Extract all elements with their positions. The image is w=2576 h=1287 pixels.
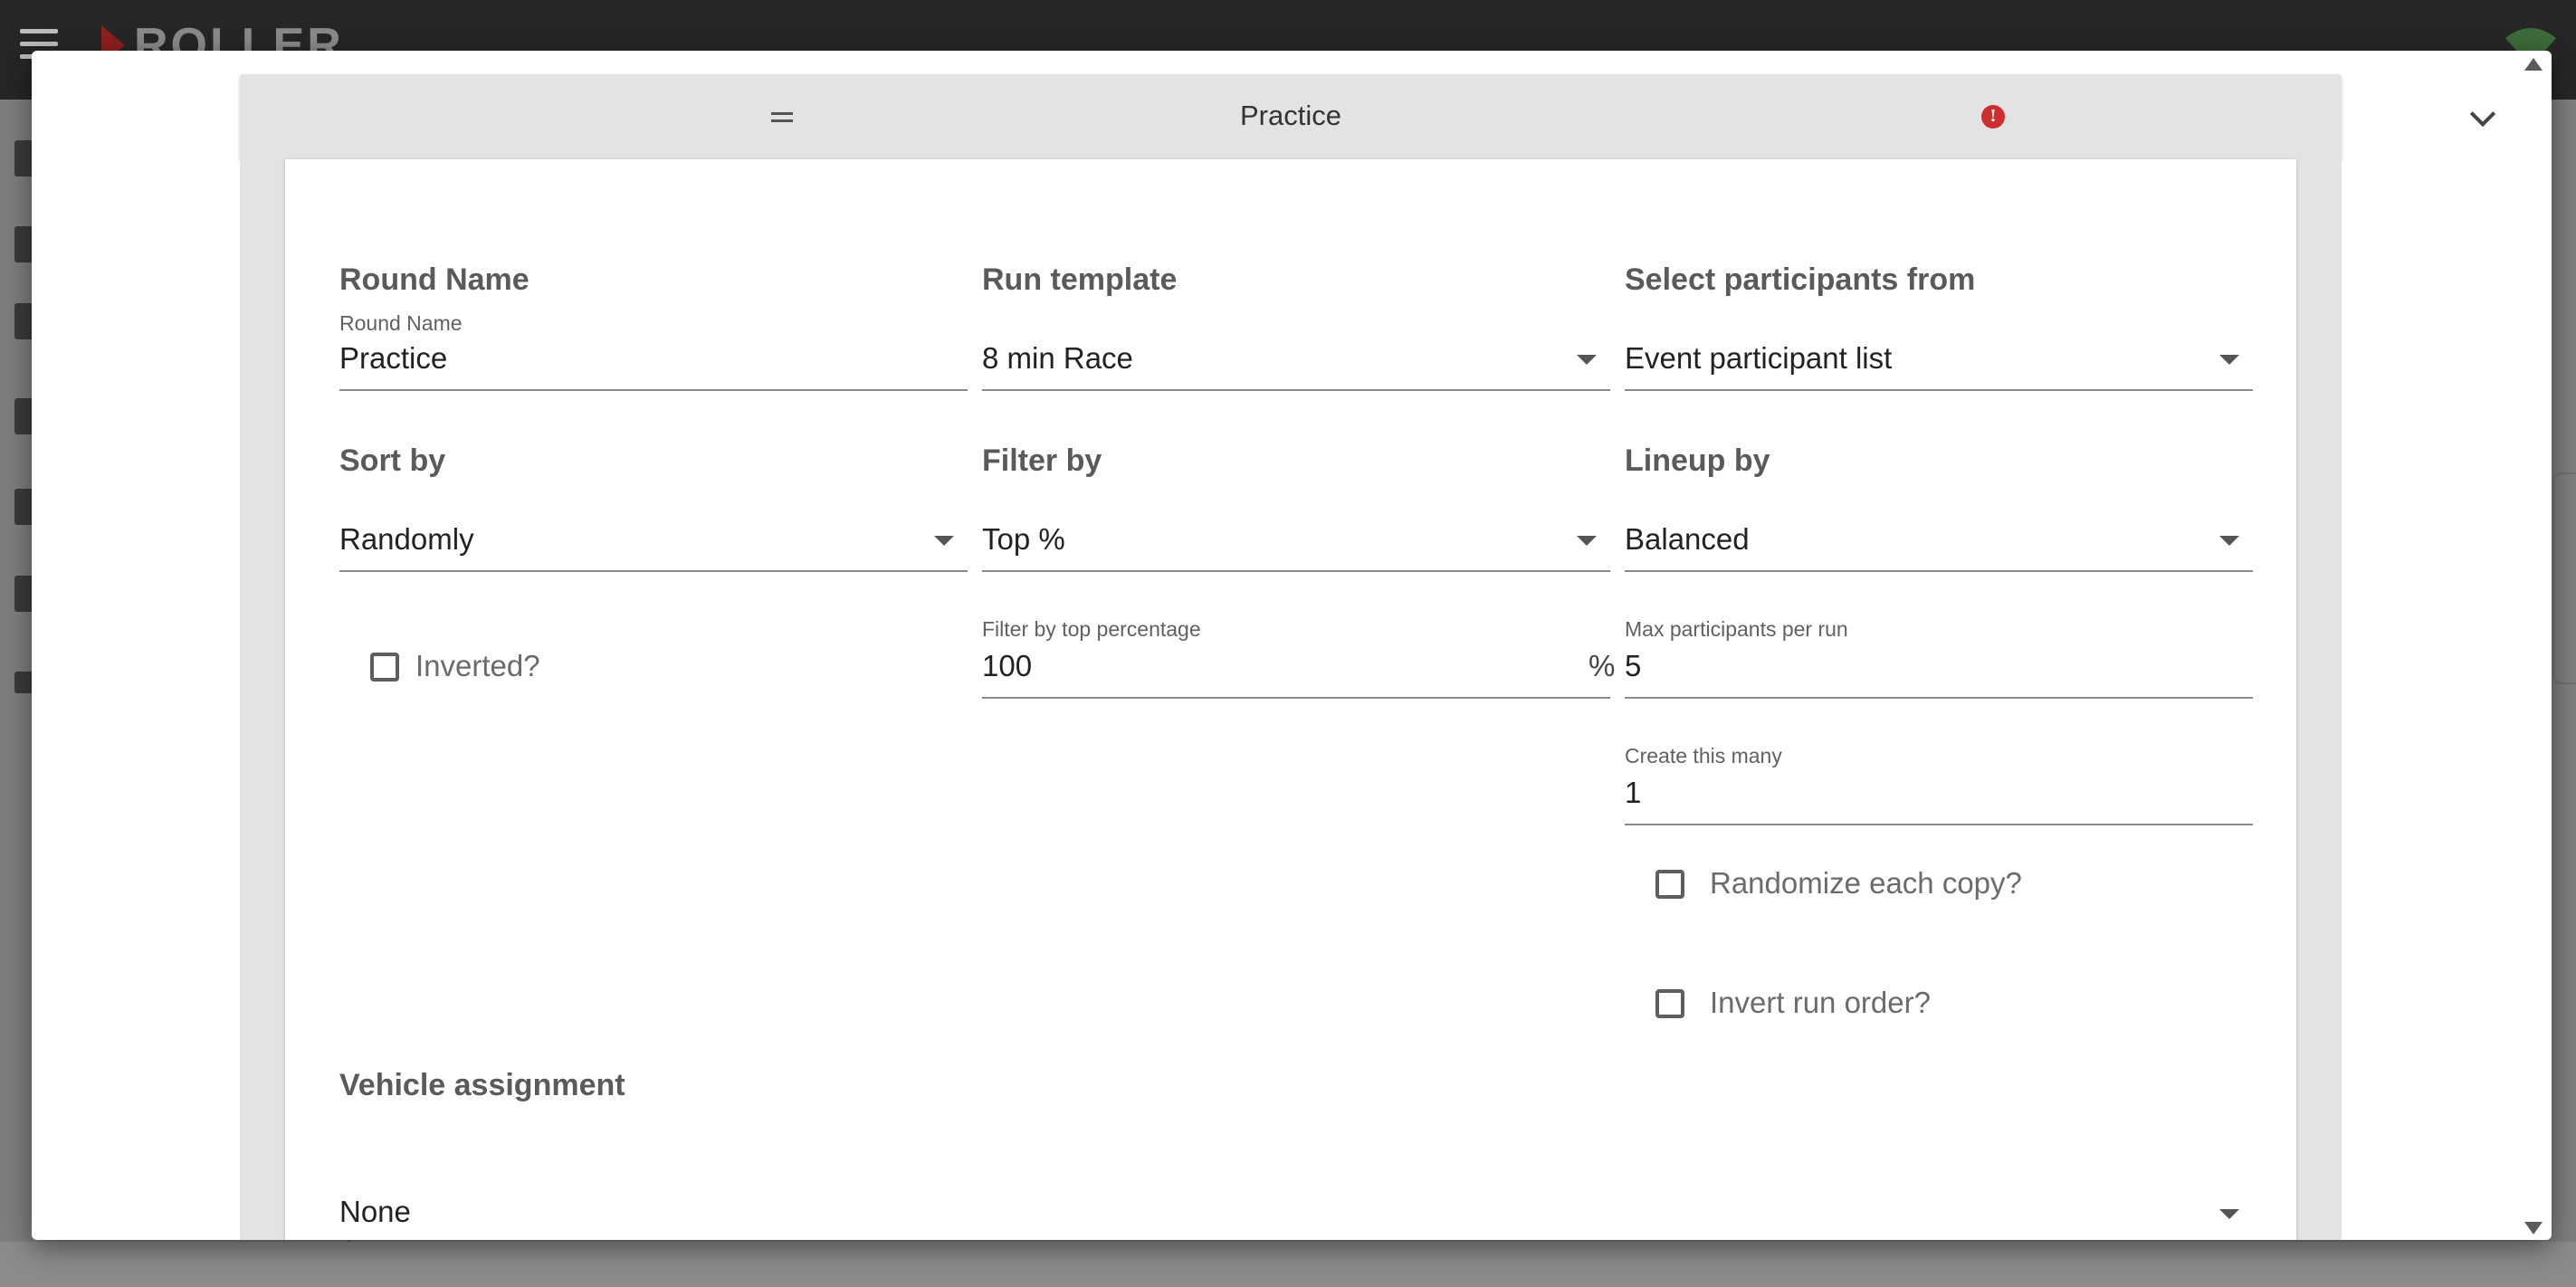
max-participants-label: Max participants per run bbox=[1625, 617, 1848, 641]
invert-run-order-checkbox[interactable] bbox=[1655, 989, 1684, 1018]
lineup-by-underline bbox=[1625, 570, 2253, 572]
inverted-checkbox[interactable] bbox=[370, 653, 399, 682]
filter-by-underline bbox=[982, 570, 1610, 572]
scroll-up-arrow-icon[interactable] bbox=[2524, 58, 2543, 71]
participants-from-heading: Select participants from bbox=[1625, 262, 1976, 297]
filter-pct-label: Filter by top percentage bbox=[982, 617, 1201, 641]
error-info-icon: ! bbox=[1981, 105, 2005, 129]
lineup-by-select[interactable]: Balanced bbox=[1625, 522, 2204, 557]
sort-by-heading: Sort by bbox=[339, 443, 446, 478]
filter-pct-underline bbox=[982, 697, 1610, 699]
create-many-underline bbox=[1625, 824, 2253, 825]
inverted-label: Inverted? bbox=[415, 649, 540, 682]
participants-from-select[interactable]: Event participant list bbox=[1625, 341, 2204, 376]
percent-suffix: % bbox=[1589, 649, 1616, 682]
lineup-by-caret-icon[interactable] bbox=[2219, 536, 2239, 546]
max-participants-input[interactable]: 5 bbox=[1625, 649, 2249, 683]
randomize-copy-label: Randomize each copy? bbox=[1710, 866, 2022, 900]
run-template-heading: Run template bbox=[982, 262, 1178, 297]
sort-by-caret-icon[interactable] bbox=[934, 536, 954, 546]
chevron-down-icon[interactable] bbox=[2469, 100, 2496, 128]
run-template-caret-icon[interactable] bbox=[1577, 355, 1597, 365]
round-panel-body: Round Name Round Name Practice Run templ… bbox=[240, 159, 2342, 1240]
panel-title: Practice bbox=[1240, 100, 1341, 131]
round-name-input[interactable]: Practice bbox=[339, 341, 964, 376]
filter-pct-input[interactable]: 100 bbox=[982, 649, 1525, 683]
scroll-down-arrow-icon[interactable] bbox=[2524, 1222, 2543, 1235]
max-participants-underline bbox=[1625, 697, 2253, 699]
invert-run-order-label: Invert run order? bbox=[1710, 986, 1931, 1019]
filter-by-heading: Filter by bbox=[982, 443, 1102, 478]
round-name-heading: Round Name bbox=[339, 262, 530, 297]
create-many-input[interactable]: 1 bbox=[1625, 776, 2249, 810]
lineup-by-heading: Lineup by bbox=[1625, 443, 1770, 478]
randomize-copy-checkbox[interactable] bbox=[1655, 870, 1684, 899]
background-footer bbox=[0, 1242, 2576, 1287]
round-form: Round Name Round Name Practice Run templ… bbox=[285, 159, 2296, 1240]
vehicle-assignment-caret-icon[interactable] bbox=[2219, 1209, 2239, 1219]
participants-from-underline bbox=[1625, 389, 2253, 391]
vehicle-assignment-heading: Vehicle assignment bbox=[339, 1068, 625, 1102]
create-many-label: Create this many bbox=[1625, 744, 1782, 767]
round-panel-header[interactable]: Practice ! bbox=[240, 74, 2496, 159]
participants-from-caret-icon[interactable] bbox=[2219, 355, 2239, 365]
run-template-underline bbox=[982, 389, 1610, 391]
round-settings-dialog: Practice ! Round Name Round Name Practic… bbox=[32, 51, 2552, 1240]
vehicle-assignment-select[interactable]: None bbox=[339, 1195, 2204, 1229]
round-name-label: Round Name bbox=[339, 311, 463, 335]
round-name-underline bbox=[339, 389, 968, 391]
sort-by-select[interactable]: Randomly bbox=[339, 522, 919, 557]
sort-by-underline bbox=[339, 570, 968, 572]
background-card-edge bbox=[2552, 472, 2576, 684]
run-template-select[interactable]: 8 min Race bbox=[982, 341, 1561, 376]
filter-by-select[interactable]: Top % bbox=[982, 522, 1561, 557]
filter-by-caret-icon[interactable] bbox=[1577, 536, 1597, 546]
